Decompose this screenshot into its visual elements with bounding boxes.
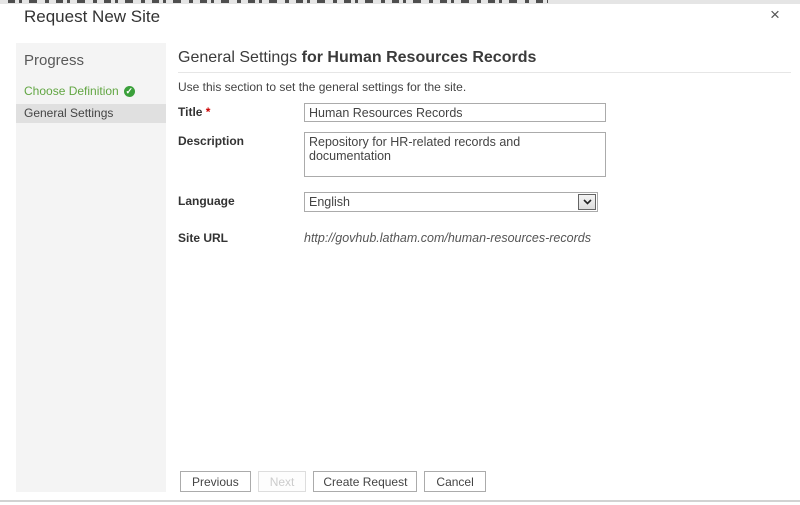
footer-buttons: Previous Next Create Request Cancel: [180, 471, 486, 492]
title-label: Title *: [178, 103, 304, 119]
previous-button[interactable]: Previous: [180, 471, 251, 492]
page-title: General Settings for Human Resources Rec…: [178, 48, 791, 68]
description-textarea[interactable]: Repository for HR-related records and do…: [304, 132, 606, 177]
create-request-button[interactable]: Create Request: [313, 471, 417, 492]
dialog-title: Request New Site: [24, 7, 160, 27]
site-url-field-row: Site URL http://govhub.latham.com/human-…: [178, 229, 791, 246]
language-select-value: English: [309, 195, 350, 209]
check-circle-icon: ✓: [124, 86, 135, 97]
progress-heading: Progress: [16, 43, 166, 69]
language-select[interactable]: English: [304, 192, 598, 212]
language-field-row: Language English: [178, 192, 791, 212]
dialog-bottom-edge: [0, 500, 800, 502]
page-title-prefix: General Settings: [178, 49, 297, 66]
sidebar-step-choose-definition[interactable]: Choose Definition ✓: [16, 82, 166, 101]
description-label: Description: [178, 132, 304, 148]
clipped-page-top: [0, 0, 800, 4]
cancel-button[interactable]: Cancel: [424, 471, 485, 492]
site-url-value: http://govhub.latham.com/human-resources…: [304, 229, 591, 246]
required-marker: *: [206, 105, 211, 119]
step-label: General Settings: [24, 106, 113, 120]
clipped-page-text: [8, 0, 548, 3]
page-title-emphasis: for Human Resources Records: [302, 49, 537, 66]
sidebar-step-general-settings[interactable]: General Settings: [16, 104, 166, 123]
heading-divider: [178, 72, 791, 73]
title-input[interactable]: [304, 103, 606, 122]
description-field-row: Description Repository for HR-related re…: [178, 132, 791, 177]
intro-text: Use this section to set the general sett…: [178, 80, 791, 94]
main-panel: General Settings for Human Resources Rec…: [178, 43, 791, 246]
next-button[interactable]: Next: [258, 471, 307, 492]
title-field-row: Title *: [178, 103, 791, 122]
language-label: Language: [178, 192, 304, 208]
progress-sidebar: Progress Choose Definition ✓ General Set…: [16, 43, 166, 492]
site-url-label: Site URL: [178, 229, 304, 245]
close-icon[interactable]: ×: [764, 4, 786, 26]
chevron-down-icon: [578, 194, 596, 210]
step-label: Choose Definition: [24, 82, 119, 101]
